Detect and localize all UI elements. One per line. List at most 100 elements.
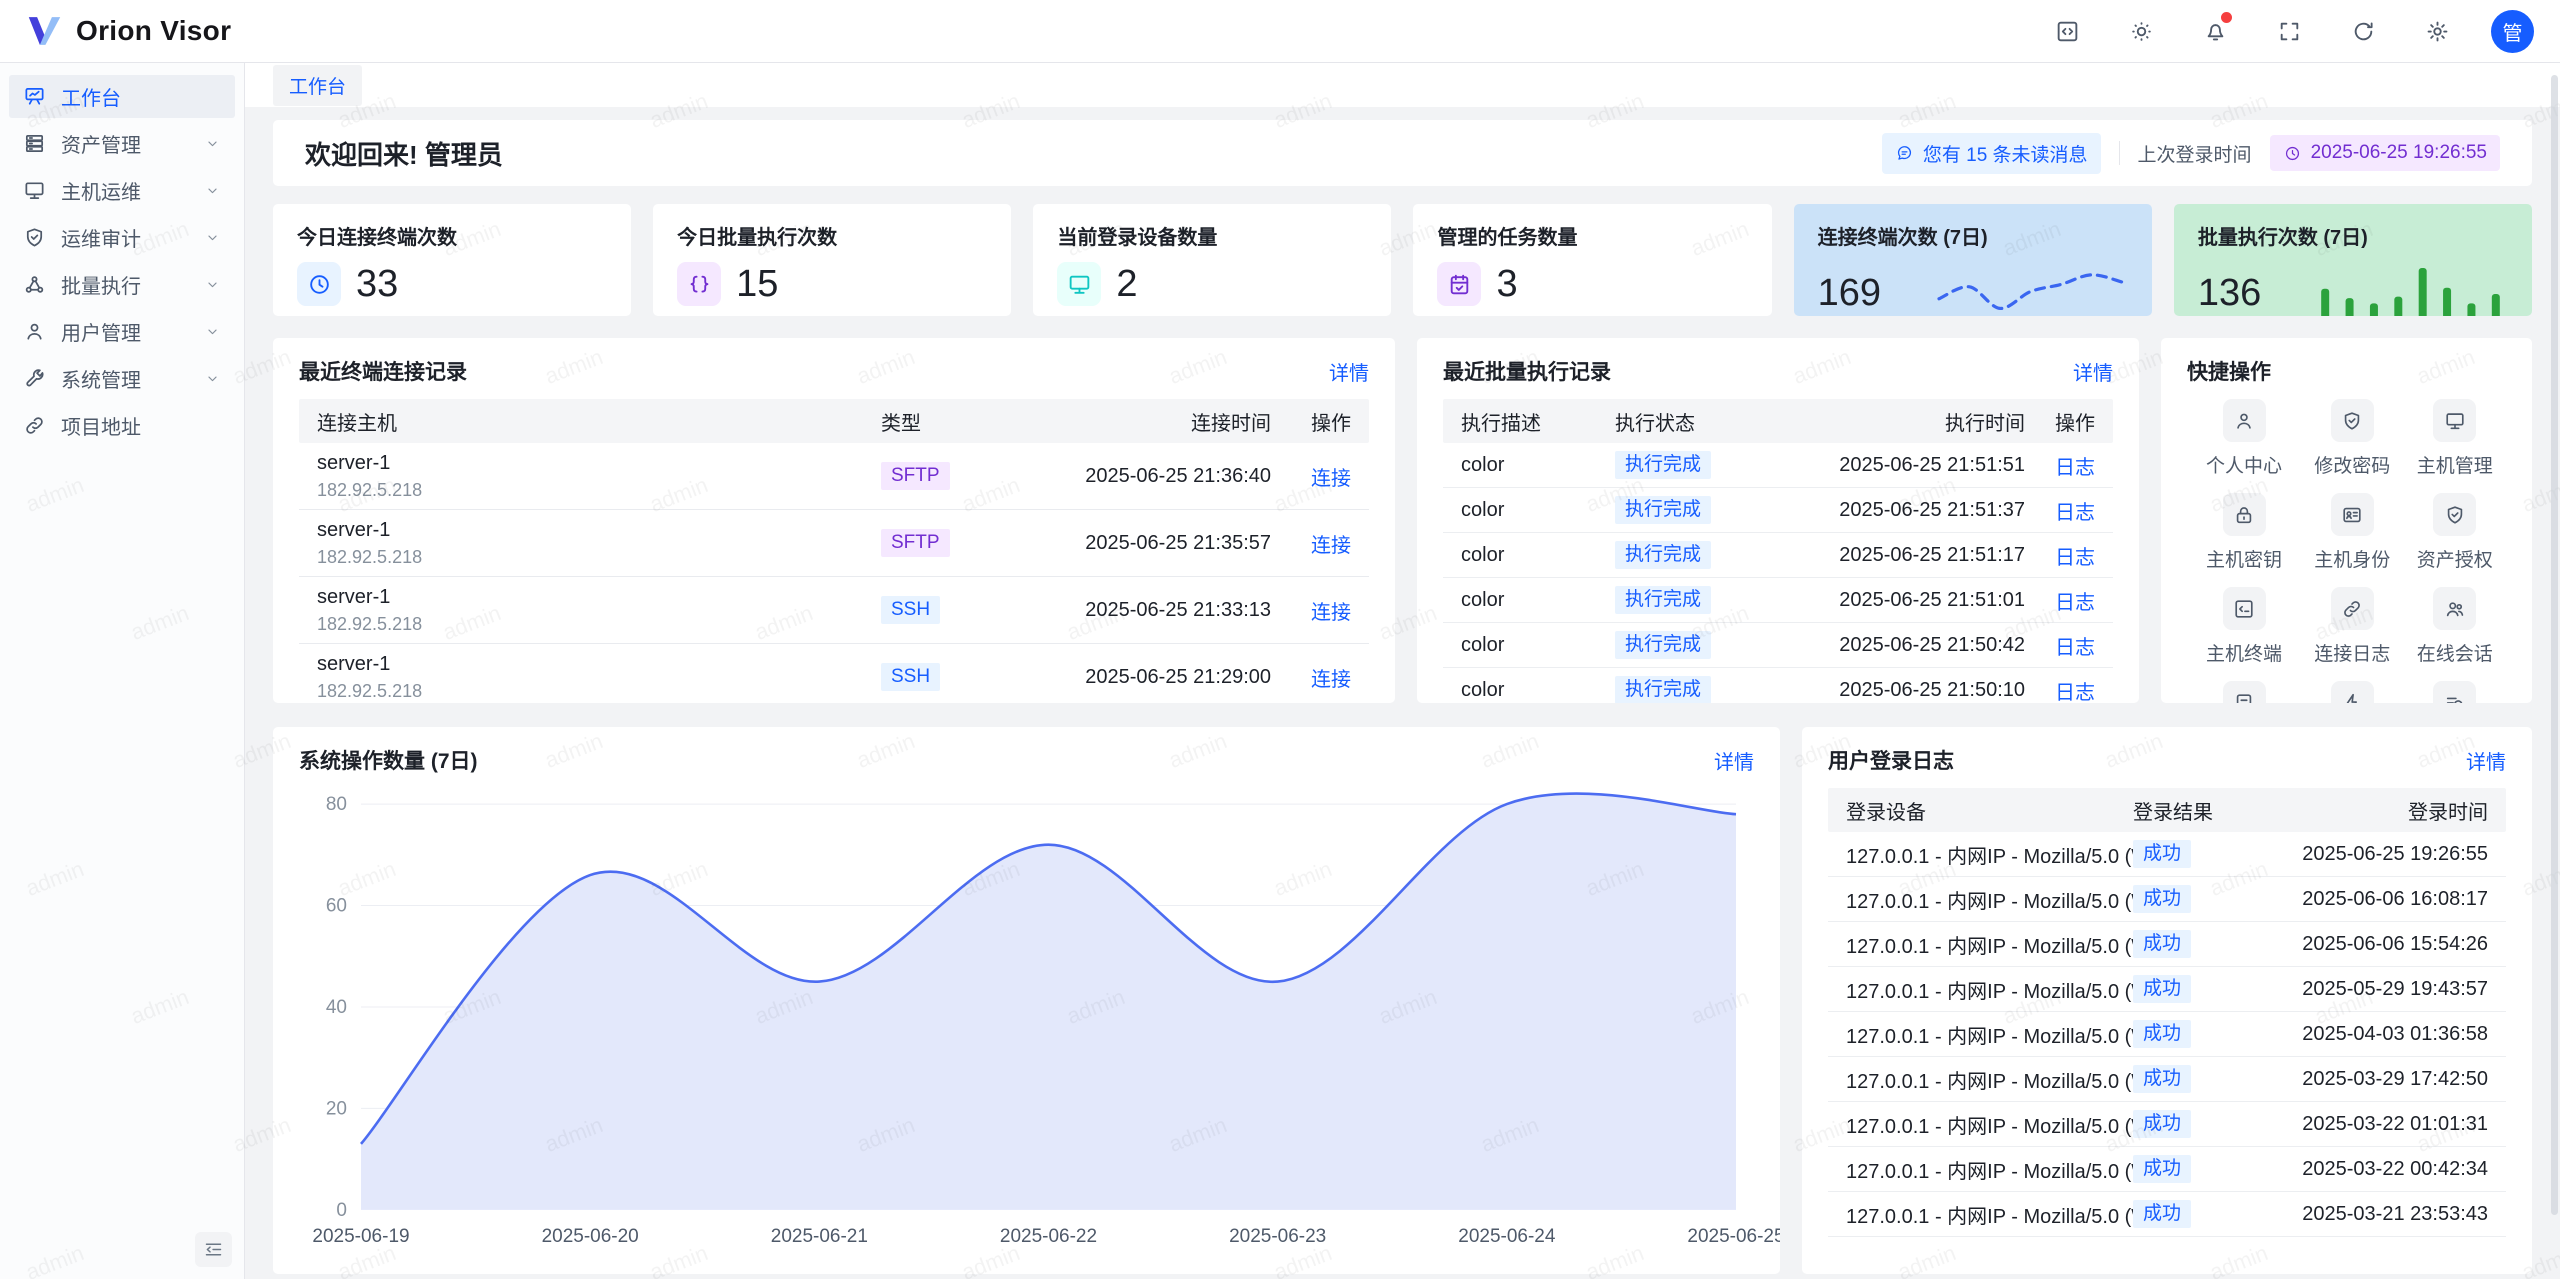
scrollbar-thumb[interactable] (2551, 75, 2558, 1215)
log-link[interactable]: 日志 (2055, 682, 2095, 704)
quick-action-主机密钥[interactable]: 主机密钥 (2187, 493, 2301, 572)
sidebar-item-资产管理[interactable]: 资产管理 (9, 122, 235, 165)
exec-record-row: color执行完成2025-06-25 21:50:42日志 (1443, 623, 2113, 668)
stat-value: 2 (1116, 263, 1137, 306)
connect-link[interactable]: 连接 (1311, 468, 1351, 490)
quick-action-label: 个人中心 (2206, 451, 2282, 478)
logo: Orion Visor (26, 14, 231, 48)
table-header: 连接主机类型连接时间操作 (299, 399, 1369, 443)
theme-button[interactable] (2121, 11, 2161, 51)
sidebar-item-项目地址[interactable]: 项目地址 (9, 404, 235, 447)
login-logs-detail-link[interactable]: 详情 (2466, 746, 2506, 775)
connect-time: 2025-06-25 21:35:57 (1011, 532, 1271, 555)
workbench-icon (23, 85, 46, 108)
quick-action-label: 主机身份 (2314, 545, 2390, 572)
login-result-badge: 成功 (2133, 1155, 2191, 1184)
host-ip: 182.92.5.218 (317, 615, 881, 635)
user-avatar[interactable]: 管 (2491, 10, 2534, 53)
quick-action-连接日志[interactable]: 连接日志 (2301, 587, 2403, 666)
collapse-sidebar-button[interactable] (195, 1232, 232, 1267)
log-link[interactable]: 日志 (2055, 547, 2095, 569)
quick-action-主机身份[interactable]: 主机身份 (2301, 493, 2403, 572)
connect-link[interactable]: 连接 (1311, 535, 1351, 557)
quick-action-文件操作日志[interactable]: 文件操作日志 (2187, 681, 2301, 703)
quick-action-命令执行[interactable]: 命令执行 (2301, 681, 2403, 703)
login-time: 2025-03-21 23:53:43 (2253, 1203, 2488, 1226)
sidebar-item-工作台[interactable]: 工作台 (9, 75, 235, 118)
system-ops-chart: 0204060802025-06-192025-06-202025-06-212… (299, 788, 1754, 1250)
host-ops-icon (23, 179, 46, 202)
log-link[interactable]: 日志 (2055, 637, 2095, 659)
system-ops-chart-detail-link[interactable]: 详情 (1714, 746, 1754, 775)
login-result-badge: 成功 (2133, 1065, 2191, 1094)
quick-action-主机管理[interactable]: 主机管理 (2404, 399, 2507, 478)
stat-card-批量执行次数 (7日): 批量执行次数 (7日)136 (2174, 204, 2532, 316)
search-log-icon (2444, 692, 2466, 704)
terminal-records-panel: 最近终端连接记录 详情 连接主机类型连接时间操作 server-1 182.92.5… (273, 338, 1395, 703)
login-log-row: 127.0.0.1 - 内网IP - Mozilla/5.0 (Windows … (1828, 1192, 2506, 1237)
svg-text:40: 40 (326, 997, 347, 1018)
exec-record-row: color执行完成2025-06-25 21:51:17日志 (1443, 533, 2113, 578)
login-device: 127.0.0.1 - 内网IP - Mozilla/5.0 (Windows … (1846, 1155, 2133, 1184)
sidebar-item-label: 资产管理 (61, 129, 189, 158)
quick-action-执行日志[interactable]: 执行日志 (2404, 681, 2507, 703)
breadcrumb-item-workbench[interactable]: 工作台 (273, 65, 362, 106)
quick-action-主机终端[interactable]: 主机终端 (2187, 587, 2301, 666)
login-device: 127.0.0.1 - 内网IP - Mozilla/5.0 (Windows … (1846, 885, 2133, 914)
sidebar-item-系统管理[interactable]: 系统管理 (9, 357, 235, 400)
chevron-down-icon (204, 135, 221, 152)
sidebar-item-运维审计[interactable]: 运维审计 (9, 216, 235, 259)
quick-action-修改密码[interactable]: 修改密码 (2301, 399, 2403, 478)
login-time: 2025-04-03 01:36:58 (2253, 1023, 2488, 1046)
fullscreen-button[interactable] (2269, 11, 2309, 51)
sidebar-item-用户管理[interactable]: 用户管理 (9, 310, 235, 353)
sidebar-item-批量执行[interactable]: 批量执行 (9, 263, 235, 306)
login-result-badge: 成功 (2133, 840, 2191, 869)
code-square-button[interactable] (2047, 11, 2087, 51)
login-logs-table: 登录设备登录结果登录时间127.0.0.1 - 内网IP - Mozilla/5… (1828, 788, 2506, 1237)
sidebar-item-label: 用户管理 (61, 317, 189, 346)
login-device: 127.0.0.1 - 内网IP - Mozilla/5.0 (Windows … (1846, 930, 2133, 959)
online-session-icon (2444, 598, 2466, 620)
host-ip: 182.92.5.218 (317, 682, 881, 702)
exec-status-badge: 执行完成 (1615, 496, 1711, 525)
message-icon (1895, 144, 1914, 163)
log-link[interactable]: 日志 (2055, 592, 2095, 614)
shield-check-icon (2341, 410, 2363, 432)
refresh-button[interactable] (2343, 11, 2383, 51)
quick-action-在线会话[interactable]: 在线会话 (2404, 587, 2507, 666)
exec-time: 2025-06-25 21:50:42 (1780, 634, 2025, 657)
connect-link[interactable]: 连接 (1311, 602, 1351, 624)
system-ops-chart-panel: 系统操作数量 (7日) 详情 0204060802025-06-192025-0… (273, 727, 1780, 1274)
log-link[interactable]: 日志 (2055, 502, 2095, 524)
quick-action-资产授权[interactable]: 资产授权 (2404, 493, 2507, 572)
quick-action-个人中心[interactable]: 个人中心 (2187, 399, 2301, 478)
exec-records-table: 执行描述执行状态执行时间操作color执行完成2025-06-25 21:51:… (1443, 399, 2113, 703)
unread-messages-badge[interactable]: 您有 15 条未读消息 (1882, 133, 2101, 174)
sidebar-item-主机运维[interactable]: 主机运维 (9, 169, 235, 212)
exec-status-badge: 执行完成 (1615, 676, 1711, 703)
system-ops-chart-title: 系统操作数量 (7日) (299, 745, 478, 775)
batch-7d-sparkbars (2313, 262, 2508, 316)
host-name: server-1 (317, 519, 881, 542)
clock-icon (2283, 144, 2302, 163)
login-time: 2025-05-29 19:43:57 (2253, 978, 2488, 1001)
terminal-records-title: 最近终端连接记录 (299, 356, 467, 386)
stat-value: 33 (356, 263, 398, 306)
chevron-down-icon (204, 229, 221, 246)
settings-button[interactable] (2417, 11, 2457, 51)
lock-icon (2233, 504, 2255, 526)
exec-records-detail-link[interactable]: 详情 (2073, 357, 2113, 386)
quick-action-label: 修改密码 (2314, 451, 2390, 478)
notifications-button[interactable] (2195, 11, 2235, 51)
main-content: 工作台 欢迎回来! 管理员 您有 15 条未读消息 上次登录时间 2025-06… (245, 63, 2560, 1279)
login-time: 2025-03-22 00:42:34 (2253, 1158, 2488, 1181)
stat-card-当前登录设备数量: 当前登录设备数量2 (1033, 204, 1391, 316)
welcome-banner: 欢迎回来! 管理员 您有 15 条未读消息 上次登录时间 2025-06-25 … (273, 120, 2532, 186)
bottom-row: 系统操作数量 (7日) 详情 0204060802025-06-192025-0… (273, 727, 2532, 1274)
quick-action-label: 主机终端 (2206, 639, 2282, 666)
connect-link[interactable]: 连接 (1311, 669, 1351, 691)
connect-time: 2025-06-25 21:36:40 (1011, 465, 1271, 488)
terminal-records-detail-link[interactable]: 详情 (1329, 357, 1369, 386)
log-link[interactable]: 日志 (2055, 457, 2095, 479)
